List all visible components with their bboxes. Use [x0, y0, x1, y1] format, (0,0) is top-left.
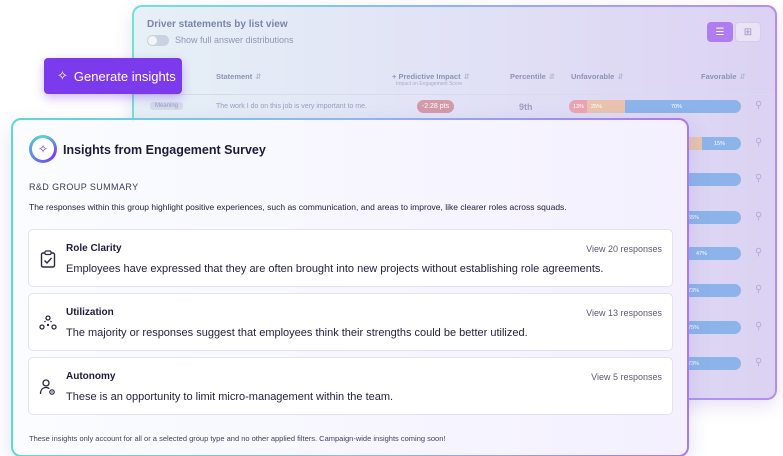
search-icon[interactable]: ⚲ — [755, 321, 762, 332]
distribution-bar: 75% — [684, 321, 741, 334]
distribution-bar: 73% — [684, 284, 741, 297]
distribution-bar: 15% — [684, 137, 741, 150]
impact-pill: -2.28 pts — [417, 100, 454, 113]
distribution-bar: 13% 25% 70% — [569, 100, 741, 113]
favorable-segment: 73% — [684, 357, 741, 370]
header-statement[interactable]: Statement ⇵ — [216, 72, 262, 81]
search-icon[interactable]: ⚲ — [755, 173, 762, 184]
card-title: Insights from Engagement Survey — [63, 143, 266, 157]
sparkle-icon: ✧ — [32, 138, 54, 160]
insights-card: ✧ Insights from Engagement Survey R&D GR… — [11, 118, 689, 456]
insight-title: Autonomy — [66, 371, 116, 382]
favorable-segment: 65% — [684, 211, 741, 224]
panel-title: Driver statements by list view — [147, 19, 288, 30]
generate-insights-label: Generate insights — [73, 68, 176, 84]
header-percentile[interactable]: Percentile ⇵ — [510, 72, 555, 81]
insights-logo: ✧ — [29, 135, 57, 163]
search-icon[interactable]: ⚲ — [755, 100, 762, 111]
statement-text: The work I do on this job is very import… — [216, 103, 367, 110]
clipboard-check-icon — [39, 250, 57, 268]
summary-text: The responses within this group highligh… — [29, 202, 567, 212]
header-predictive-impact-sub: Impact on Engagement Score — [396, 81, 463, 87]
list-icon: ☰ — [715, 26, 725, 38]
favorable-segment: 70% — [625, 100, 741, 113]
insight-title: Utilization — [66, 307, 114, 318]
favorable-segment — [684, 173, 741, 186]
insight-item-autonomy: Autonomy These is an opportunity to limi… — [28, 357, 673, 415]
search-icon[interactable]: ⚲ — [755, 284, 762, 295]
toggle-label: Show full answer distributions — [175, 35, 294, 45]
view-responses-link[interactable]: View 13 responses — [586, 308, 662, 318]
distribution-bar: 47% — [684, 247, 741, 260]
insights-footnote: These insights only account for all or a… — [29, 434, 446, 443]
summary-label: R&D GROUP SUMMARY — [29, 182, 139, 192]
favorable-segment: 75% — [684, 321, 741, 334]
header-favorable[interactable]: Favorable ⇵ — [701, 72, 746, 81]
list-view-button[interactable]: ☰ — [707, 22, 733, 42]
distribution-bar: 73% — [684, 357, 741, 370]
category-badge: Meaning — [150, 102, 184, 110]
insights-card-body: ✧ Insights from Engagement Survey R&D GR… — [13, 120, 687, 455]
percentile-value: 9th — [519, 102, 533, 112]
header-unfavorable[interactable]: Unfavorable ⇵ — [571, 72, 624, 81]
grid-view-button[interactable]: ⊞ — [735, 22, 761, 42]
insight-item-role-clarity: Role Clarity Employees have expressed th… — [28, 229, 673, 287]
favorable-segment: 15% — [702, 137, 741, 150]
favorable-segment: 47% — [684, 247, 741, 260]
insight-item-utilization: Utilization The majority or responses su… — [28, 293, 673, 351]
neutral-segment: 25% — [587, 100, 625, 113]
user-gear-icon — [39, 378, 57, 396]
generate-insights-button[interactable]: ✧ Generate insights — [44, 58, 182, 94]
distribution-bar: 65% — [684, 211, 741, 224]
view-responses-link[interactable]: View 5 responses — [591, 372, 662, 382]
unfavorable-segment: 13% — [569, 100, 587, 113]
search-icon[interactable]: ⚲ — [755, 357, 762, 368]
distribution-bar — [684, 173, 741, 186]
sparkle-icon: ✧ — [57, 68, 68, 83]
team-network-icon — [39, 314, 57, 332]
insight-body: The majority or responses suggest that e… — [66, 327, 528, 339]
show-distributions-toggle[interactable] — [147, 35, 169, 46]
insight-title: Role Clarity — [66, 243, 122, 254]
search-icon[interactable]: ⚲ — [755, 137, 762, 148]
grid-icon: ⊞ — [743, 26, 753, 38]
header-divider — [134, 94, 775, 95]
header-predictive-impact[interactable]: + Predictive Impact ⇵ — [392, 72, 470, 81]
insight-body: These is an opportunity to limit micro-m… — [66, 391, 394, 403]
insight-body: Employees have expressed that they are o… — [66, 263, 604, 275]
search-icon[interactable]: ⚲ — [755, 247, 762, 258]
view-responses-link[interactable]: View 20 responses — [586, 244, 662, 254]
favorable-segment: 73% — [684, 284, 741, 297]
search-icon[interactable]: ⚲ — [755, 211, 762, 222]
